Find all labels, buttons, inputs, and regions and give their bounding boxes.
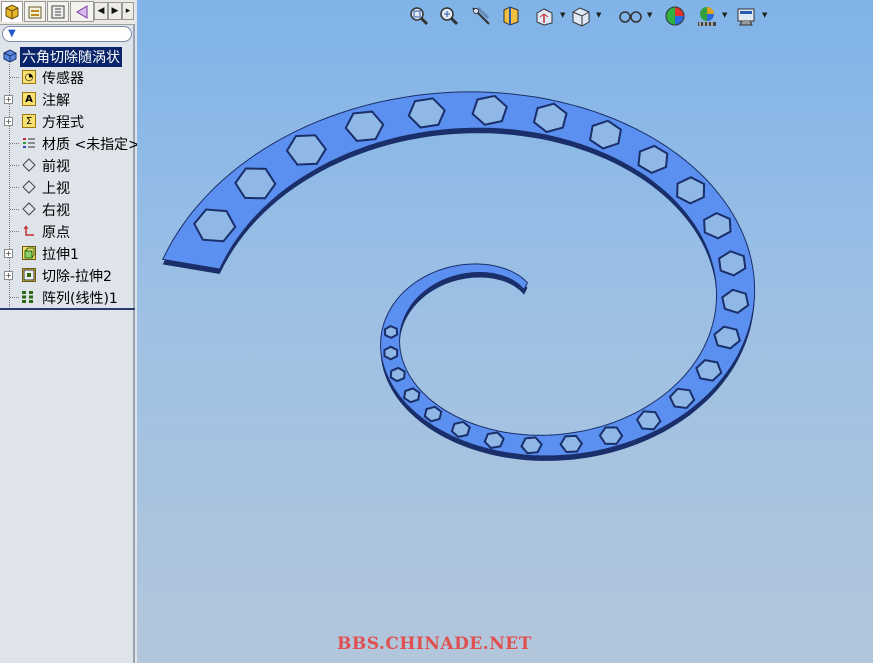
tree-item-sensors[interactable]: ◔ 传感器 [0,67,135,87]
panel-tab-bar: ◀ ▶ ▸ [0,0,135,25]
tree-item-label: 方程式 [42,115,84,131]
tree-item-top-plane[interactable]: 上视 [0,177,135,197]
tree-item-label: 拉伸1 [42,247,79,263]
tab-scroll-left-button[interactable]: ◀ [94,2,108,20]
expand-toggle[interactable]: + [4,271,13,280]
graphics-viewport[interactable]: ▼ ▼ ▼ ▼ ▼ BBS.CHINADE.NET [137,0,873,663]
tab-scroll-right-button[interactable]: ▶ [108,2,122,20]
feature-manager-panel: ◀ ▶ ▸ ▼ 六角切除随涡状 ◔ 传感器 + A 注解 + Σ 方程式 材质 … [0,0,140,663]
tree-item-label: 传感器 [42,71,84,87]
plane-icon [22,202,36,216]
configuration-manager-icon [51,5,65,18]
spiral-body [161,91,756,461]
feature-manager-tab[interactable] [1,1,23,22]
feature-manager-icon [5,3,19,20]
tree-item-cut-extrude2[interactable]: + 切除-拉伸2 [0,265,135,285]
tree-item-label: 上视 [42,181,70,197]
expand-toggle[interactable]: + [4,117,13,126]
hexagon-hole [450,420,471,438]
hexagon-hole [668,387,696,410]
tree-item-material[interactable]: 材质 <未指定> [0,133,140,153]
spiral-part-model[interactable] [137,0,873,663]
tree-branch-line [10,231,19,232]
hexagon-hole [383,345,399,361]
tree-item-linear-pattern1[interactable]: 阵列(线性)1 [0,287,135,307]
hexagon-hole [389,366,406,383]
tree-branch-line [10,297,19,298]
origin-icon [22,224,36,238]
configuration-manager-tab[interactable] [47,1,69,22]
hexagon-hole [559,434,584,454]
tree-root-item[interactable]: 六角切除随涡状 [0,46,135,67]
tree-branch-line [10,209,19,210]
material-icon [22,136,36,150]
tree-branch-line [10,165,19,166]
tree-filter-input[interactable]: ▼ [2,26,132,42]
hexagon-hole [676,176,706,205]
rollback-bar[interactable] [0,308,135,310]
property-manager-icon [28,6,42,18]
spiral-top-face [161,91,756,457]
extrude-icon [22,246,36,260]
tree-item-label: 阵列(线性)1 [42,291,118,307]
tree-item-label: 切除-拉伸2 [42,269,112,285]
tree-branch-line [10,143,19,144]
filter-icon: ▼ [8,28,16,39]
tab-menu-button[interactable]: ▸ [122,2,134,20]
tree-branch-line [10,77,19,78]
hexagon-hole [520,436,543,455]
dimxpert-icon [76,4,88,19]
sensors-icon: ◔ [22,70,36,84]
tree-item-label: 右视 [42,203,70,219]
annotations-icon: A [22,92,36,106]
tree-item-label: 注解 [42,93,70,109]
hexagon-hole [423,405,443,423]
expand-toggle[interactable]: + [4,249,13,258]
part-icon [3,49,17,63]
hexagon-hole [403,387,421,404]
hexagon-hole [718,250,747,277]
tree-item-front-plane[interactable]: 前视 [0,155,135,175]
plane-icon [22,158,36,172]
tree-item-equations[interactable]: + Σ 方程式 [0,111,135,131]
property-manager-tab[interactable] [24,1,46,22]
hexagon-hole [635,410,662,431]
tree-item-label: 前视 [42,159,70,175]
hexagon-hole [234,167,277,200]
expand-toggle[interactable]: + [4,95,13,104]
tree-item-annotations[interactable]: + A 注解 [0,89,135,109]
dimxpert-tab[interactable] [70,1,94,22]
tree-item-extrude1[interactable]: + 拉伸1 [0,243,135,263]
tree-item-label: 原点 [42,225,70,241]
hexagon-hole [383,324,399,339]
linear-pattern-icon [21,290,35,304]
hexagon-hole [483,431,505,449]
cut-extrude-icon [22,268,36,282]
tree-item-label: 材质 <未指定> [42,137,140,153]
equations-icon: Σ [22,114,36,128]
tree-root-label: 六角切除随涡状 [20,47,122,67]
hexagon-hole [598,426,624,445]
plane-icon [22,180,36,194]
tree-branch-line [10,187,19,188]
hexagon-hole [703,211,732,240]
tree-item-right-plane[interactable]: 右视 [0,199,135,219]
tree-item-origin[interactable]: 原点 [0,221,135,241]
watermark-text: BBS.CHINADE.NET [337,634,532,654]
